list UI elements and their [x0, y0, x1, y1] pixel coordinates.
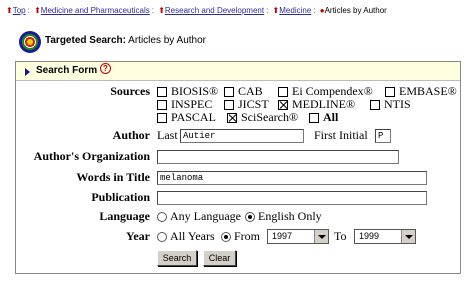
source-scisearch-label: SciSearch®	[241, 110, 299, 124]
breadcrumb-separator: :	[151, 6, 154, 15]
year-from-label: From	[234, 229, 261, 243]
chevron-down-icon[interactable]	[401, 230, 415, 243]
search-form-bar[interactable]: Search Form ?	[16, 62, 460, 81]
language-any-label: Any Language	[170, 209, 241, 223]
source-ntis-label: NTIS	[384, 97, 411, 111]
source-cab-checkbox[interactable]	[224, 87, 234, 97]
source-scisearch-checkbox[interactable]	[227, 113, 237, 123]
breadcrumb-medicine-pharma-link[interactable]: Medicine and Pharmaceuticals	[41, 6, 150, 15]
breadcrumb-current: Articles by Author	[324, 6, 387, 15]
up-arrow-icon: ⬆	[34, 6, 41, 15]
last-name-label: Last	[157, 128, 178, 142]
source-ntis-checkbox[interactable]	[370, 100, 380, 110]
source-medline-checkbox[interactable]	[278, 100, 288, 110]
breadcrumb-top-link[interactable]: Top	[13, 6, 26, 15]
source-pascal-label: PASCAL	[171, 110, 216, 124]
page-title-bold: Targeted Search:	[45, 35, 126, 46]
source-all-checkbox[interactable]	[309, 113, 319, 123]
year-from-radio[interactable]	[221, 232, 231, 242]
first-initial-label: First Initial	[314, 128, 368, 142]
chevron-down-icon[interactable]	[314, 230, 328, 243]
year-to-value: 1999	[359, 231, 380, 241]
words-in-title-label: Words in Title	[76, 170, 150, 184]
organization-input[interactable]	[157, 150, 399, 164]
source-jicst-checkbox[interactable]	[224, 100, 234, 110]
help-icon[interactable]: ?	[100, 63, 111, 74]
source-all-label: All	[323, 110, 339, 124]
up-arrow-icon: ⬆	[6, 6, 13, 15]
search-form-label: Search Form	[36, 65, 98, 76]
page-title: Targeted Search: Articles by Author	[45, 35, 206, 46]
language-label: Language	[99, 209, 150, 223]
search-button[interactable]: Search	[157, 250, 197, 266]
breadcrumb-separator: :	[266, 6, 269, 15]
clear-button[interactable]: Clear	[203, 250, 236, 266]
publication-input[interactable]	[157, 191, 427, 205]
breadcrumb-separator: :	[313, 6, 316, 15]
year-to-select[interactable]: 1999	[354, 229, 416, 244]
author-last-name-input[interactable]: Autier	[180, 129, 304, 143]
year-from-value: 1997	[272, 231, 293, 241]
author-label: Author	[112, 128, 150, 142]
source-inspec-checkbox[interactable]	[157, 100, 167, 110]
year-label: Year	[126, 229, 150, 243]
year-all-radio[interactable]	[157, 232, 167, 242]
breadcrumb-rnd-link[interactable]: Research and Development	[165, 6, 264, 15]
source-pascal-checkbox[interactable]	[157, 113, 167, 123]
language-any-radio[interactable]	[157, 212, 167, 222]
breadcrumb-separator: :	[27, 6, 30, 15]
up-arrow-icon: ⬆	[158, 6, 165, 15]
organization-label: Author's Organization	[33, 149, 150, 163]
page-title-rest: Articles by Author	[125, 35, 206, 46]
language-english-label: English Only	[258, 209, 322, 223]
breadcrumb: ⬆Top: ⬆Medicine and Pharmaceuticals: ⬆Re…	[6, 6, 387, 15]
publication-label: Publication	[91, 190, 150, 204]
source-biosis-checkbox[interactable]	[157, 87, 167, 97]
source-embase-checkbox[interactable]	[385, 87, 395, 97]
target-icon	[19, 31, 41, 53]
words-in-title-input[interactable]: melanoma	[157, 171, 427, 185]
breadcrumb-medicine-link[interactable]: Medicine	[279, 6, 311, 15]
sources-label: Sources	[110, 84, 150, 98]
expand-arrow-icon	[25, 68, 30, 76]
author-first-initial-input[interactable]: P	[375, 129, 391, 143]
year-all-label: All Years	[170, 229, 215, 243]
language-english-radio[interactable]	[245, 212, 255, 222]
year-to-label: To	[334, 229, 347, 243]
year-from-select[interactable]: 1997	[267, 229, 329, 244]
source-ei-compendex-checkbox[interactable]	[278, 87, 288, 97]
